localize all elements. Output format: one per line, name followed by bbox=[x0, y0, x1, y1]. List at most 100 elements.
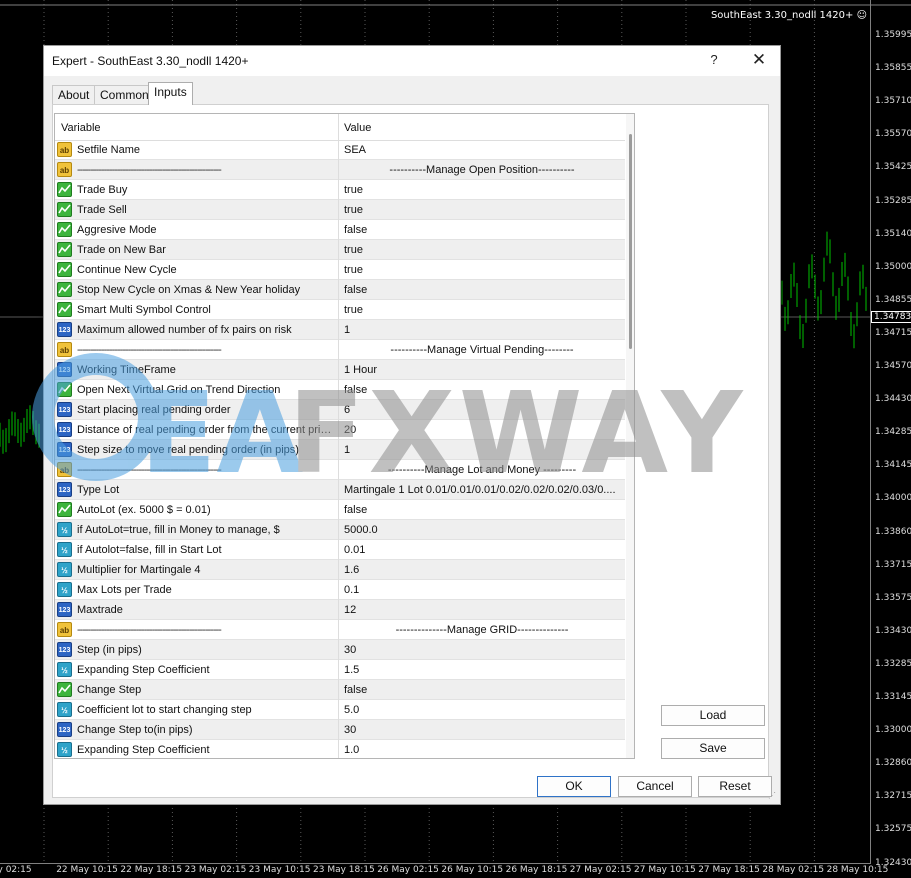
value-cell[interactable]: true bbox=[344, 264, 622, 276]
table-row[interactable]: Trade Sell true bbox=[55, 200, 625, 220]
value-cell[interactable]: ----------Manage Open Position---------- bbox=[339, 164, 625, 176]
value-cell[interactable]: 0.01 bbox=[344, 544, 622, 556]
table-row[interactable]: AutoLot (ex. 5000 $ = 0.01) false bbox=[55, 500, 625, 520]
help-button[interactable]: ? bbox=[706, 52, 722, 67]
table-row[interactable]: 123 Distance of real pending order from t… bbox=[55, 420, 625, 440]
tab-inputs[interactable]: Inputs bbox=[148, 82, 193, 105]
value-cell[interactable]: false bbox=[344, 284, 622, 296]
value-cell[interactable]: false bbox=[344, 684, 622, 696]
cell-divider bbox=[338, 500, 339, 520]
table-row[interactable]: 123 Step (in pips) 30 bbox=[55, 640, 625, 660]
cancel-button[interactable]: Cancel bbox=[618, 776, 692, 797]
value-cell[interactable]: false bbox=[344, 224, 622, 236]
value-cell[interactable]: 1.6 bbox=[344, 564, 622, 576]
integer-type-icon: 123 bbox=[57, 722, 72, 737]
value-cell[interactable]: --------------Manage GRID-------------- bbox=[339, 624, 625, 636]
table-row[interactable]: ½ Coefficient lot to start changing step 5… bbox=[55, 700, 625, 720]
table-row[interactable]: ½ Multiplier for Martingale 4 1.6 bbox=[55, 560, 625, 580]
table-row[interactable]: ab --------------------------------------… bbox=[55, 340, 625, 360]
variable-name: ----------------------------------------… bbox=[77, 164, 222, 176]
value-cell[interactable]: 20 bbox=[344, 424, 622, 436]
value-cell[interactable]: 5000.0 bbox=[344, 524, 622, 536]
table-row[interactable]: 123 Working TimeFrame 1 Hour bbox=[55, 360, 625, 380]
value-cell[interactable]: 6 bbox=[344, 404, 622, 416]
variable-name: ----------------------------------------… bbox=[77, 464, 222, 476]
value-cell[interactable]: false bbox=[344, 504, 622, 516]
table-row[interactable]: 123 Start placing real pending order 6 bbox=[55, 400, 625, 420]
value-cell[interactable]: 1 Hour bbox=[344, 364, 622, 376]
reset-button[interactable]: Reset bbox=[698, 776, 772, 797]
table-row[interactable]: Smart Multi Symbol Control true bbox=[55, 300, 625, 320]
table-row[interactable]: 123 Change Step to(in pips) 30 bbox=[55, 720, 625, 740]
table-row[interactable]: ½ if Autolot=false, fill in Start Lot 0.01 bbox=[55, 540, 625, 560]
ok-button[interactable]: OK bbox=[537, 776, 611, 797]
value-cell[interactable]: true bbox=[344, 204, 622, 216]
table-row[interactable]: ab --------------------------------------… bbox=[55, 460, 625, 480]
price-axis: 1.35995 1.35855 1.35710 1.35570 1.35425 1.352… bbox=[870, 0, 911, 868]
value-cell[interactable]: true bbox=[344, 184, 622, 196]
vertical-scrollbar[interactable] bbox=[626, 114, 634, 758]
string-type-icon: ab bbox=[57, 462, 72, 477]
table-row[interactable]: ½ Max Lots per Trade 0.1 bbox=[55, 580, 625, 600]
value-cell[interactable]: ----------Manage Virtual Pending-------- bbox=[339, 344, 625, 356]
price-tick-label: 1.34855 bbox=[875, 294, 911, 305]
value-cell[interactable]: 5.0 bbox=[344, 704, 622, 716]
table-row[interactable]: ab --------------------------------------… bbox=[55, 160, 625, 180]
value-cell[interactable]: ----------Manage Lot and Money --------- bbox=[339, 464, 625, 476]
time-tick-label: 27 May 02:15 bbox=[569, 865, 632, 875]
table-row[interactable]: 123 Maximum allowed number of fx pairs on… bbox=[55, 320, 625, 340]
value-cell[interactable]: true bbox=[344, 244, 622, 256]
table-row[interactable]: ½ if AutoLot=true, fill in Money to manag… bbox=[55, 520, 625, 540]
column-divider[interactable] bbox=[338, 114, 339, 140]
table-row[interactable]: 123 Step size to move real pending order … bbox=[55, 440, 625, 460]
table-row[interactable]: 123 Maxtrade 12 bbox=[55, 600, 625, 620]
cell-divider bbox=[338, 400, 339, 420]
integer-type-icon: 123 bbox=[57, 642, 72, 657]
table-row[interactable]: Aggresive Mode false bbox=[55, 220, 625, 240]
price-tick-label: 1.32860 bbox=[875, 758, 911, 769]
table-row[interactable]: ab --------------------------------------… bbox=[55, 620, 625, 640]
table-row[interactable]: Change Step false bbox=[55, 680, 625, 700]
table-row[interactable]: Trade Buy true bbox=[55, 180, 625, 200]
value-cell[interactable]: 1.0 bbox=[344, 744, 622, 756]
value-cell[interactable]: 1.5 bbox=[344, 664, 622, 676]
tab-common[interactable]: Common bbox=[94, 85, 155, 104]
value-cell[interactable]: 0.1 bbox=[344, 584, 622, 596]
dialog-titlebar[interactable]: Expert - SouthEast 3.30_nodll 1420+ ? ✕ bbox=[44, 46, 780, 76]
table-row[interactable]: 123 Type Lot Martingale 1 Lot 0.01/0.01/0.… bbox=[55, 480, 625, 500]
table-row[interactable]: ½ Expanding Step Coefficient 1.5 bbox=[55, 660, 625, 680]
value-cell[interactable]: 12 bbox=[344, 604, 622, 616]
value-cell[interactable]: 30 bbox=[344, 724, 622, 736]
table-row[interactable]: Trade on New Bar true bbox=[55, 240, 625, 260]
table-row[interactable]: ½ Expanding Step Coefficient 1.0 bbox=[55, 740, 625, 758]
close-icon[interactable]: ✕ bbox=[748, 49, 770, 71]
variable-name: Maxtrade bbox=[77, 604, 123, 616]
string-type-icon: ab bbox=[57, 142, 72, 157]
value-cell[interactable]: 30 bbox=[344, 644, 622, 656]
time-tick-label: 23 May 18:15 bbox=[313, 865, 375, 875]
time-axis: ay 02:15 22 May 10:1522 May 18:1523 May 0… bbox=[0, 863, 888, 878]
table-row[interactable]: Continue New Cycle true bbox=[55, 260, 625, 280]
price-tick-label: 1.35425 bbox=[875, 162, 911, 173]
table-row[interactable]: Open Next Virtual Grid on Trend Directio… bbox=[55, 380, 625, 400]
column-header-variable[interactable]: Variable bbox=[61, 122, 101, 134]
table-row[interactable]: ab Setfile Name SEA bbox=[55, 140, 625, 160]
value-cell[interactable]: false bbox=[344, 384, 622, 396]
tab-about[interactable]: About bbox=[52, 85, 96, 104]
save-button[interactable]: Save bbox=[661, 738, 765, 759]
value-cell[interactable]: true bbox=[344, 304, 622, 316]
column-header-value[interactable]: Value bbox=[344, 122, 371, 134]
value-cell[interactable]: 1 bbox=[344, 324, 622, 336]
inputs-table[interactable]: Variable Value ab Setfile Name SEA ab ------… bbox=[54, 113, 635, 759]
scrollbar-thumb[interactable] bbox=[629, 134, 632, 349]
table-row[interactable]: Stop New Cycle on Xmas & New Year holida… bbox=[55, 280, 625, 300]
load-button[interactable]: Load bbox=[661, 705, 765, 726]
time-tick-label: 28 May 10:15 bbox=[826, 865, 889, 875]
value-cell[interactable]: SEA bbox=[344, 144, 622, 156]
value-cell[interactable]: 1 bbox=[344, 444, 622, 456]
cell-divider bbox=[338, 680, 339, 700]
integer-type-icon: 123 bbox=[57, 402, 72, 417]
variable-name: Continue New Cycle bbox=[77, 264, 177, 276]
resize-grip-icon[interactable]: ⋰ bbox=[768, 791, 778, 801]
value-cell[interactable]: Martingale 1 Lot 0.01/0.01/0.01/0.02/0.0… bbox=[344, 484, 622, 496]
